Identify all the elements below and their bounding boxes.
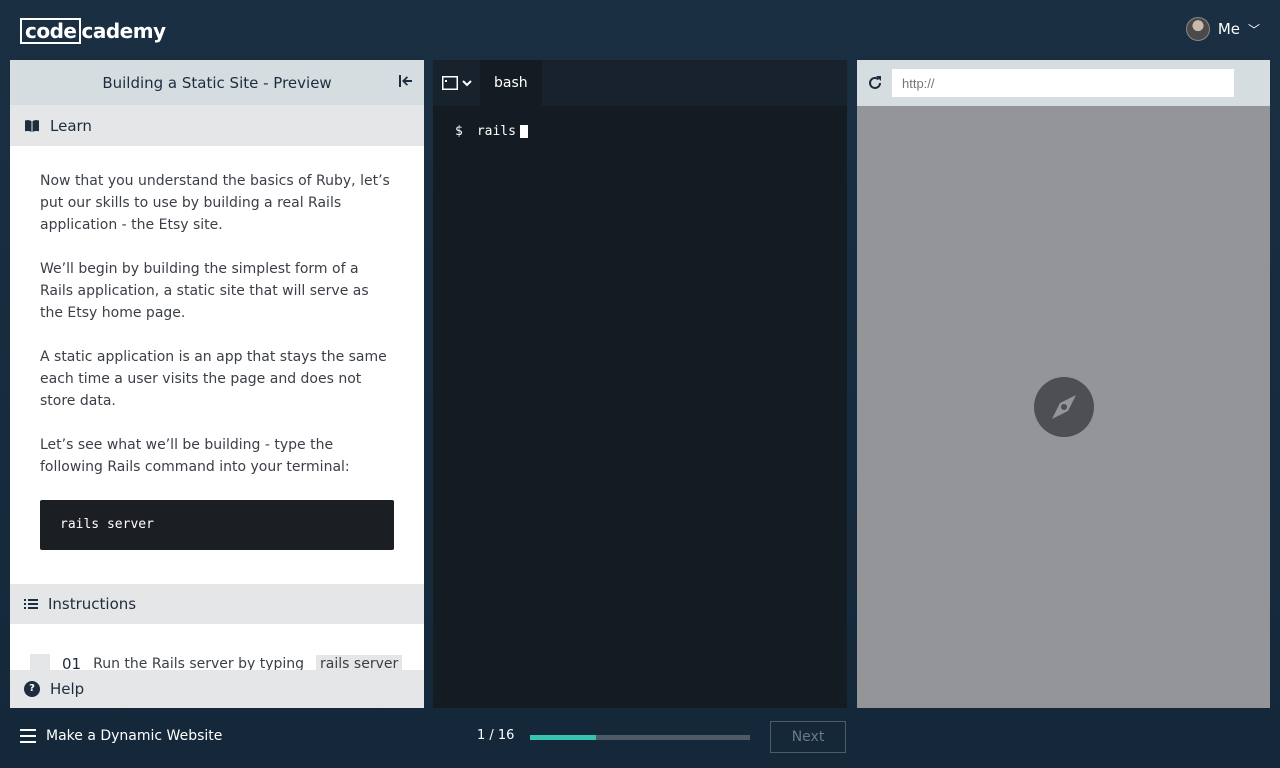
learn-content: Now that you understand the basics of Ru…: [10, 146, 424, 550]
chevron-down-icon[interactable]: ﹀: [1248, 21, 1260, 38]
learn-paragraph: Now that you understand the basics of Ru…: [40, 173, 390, 233]
terminal-prompt: $: [455, 124, 463, 139]
terminal-cursor: [519, 125, 528, 138]
terminal-menu-button[interactable]: [433, 60, 480, 106]
help-label: Help: [50, 680, 85, 698]
terminal-icon: [441, 76, 458, 90]
instructions-section-header[interactable]: Instructions: [10, 584, 424, 624]
refresh-icon[interactable]: [867, 75, 883, 91]
avatar[interactable]: [1185, 17, 1210, 41]
learn-section-header[interactable]: Learn: [10, 105, 424, 146]
lesson-panel: Building a Static Site - Preview Learn N…: [10, 60, 424, 708]
logo-cademy: cademy: [81, 18, 166, 43]
next-button[interactable]: Next: [770, 721, 846, 753]
lesson-title-bar: Building a Static Site - Preview: [10, 60, 424, 105]
progress-fill: [530, 735, 596, 740]
logo-code: code: [20, 17, 82, 44]
browser-toolbar: [857, 60, 1270, 106]
user-name[interactable]: Me: [1218, 20, 1240, 38]
course-title: Make a Dynamic Website: [46, 728, 223, 744]
code-block: rails server: [40, 500, 394, 550]
url-input[interactable]: [892, 69, 1234, 97]
course-menu-button[interactable]: Make a Dynamic Website: [20, 728, 222, 744]
top-header: code cademy Me ﹀: [0, 0, 1280, 60]
learn-paragraph: We’ll begin by building the simplest for…: [40, 261, 369, 321]
browser-panel: [857, 60, 1270, 708]
terminal-command: rails: [476, 124, 516, 139]
learn-label: Learn: [50, 116, 92, 135]
help-section-header[interactable]: ? Help: [10, 670, 424, 708]
book-icon: [25, 119, 39, 132]
chevron-down-icon: [461, 80, 472, 87]
codecademy-logo[interactable]: code cademy: [20, 17, 166, 44]
progress-text: 1 / 16: [477, 728, 515, 743]
hamburger-icon: [20, 729, 36, 743]
progress-bar: [530, 735, 750, 740]
collapse-panel-icon[interactable]: [398, 73, 414, 89]
learn-paragraph: Let’s see what we’ll be building - type …: [40, 437, 350, 475]
instructions-label: Instructions: [48, 595, 137, 613]
user-menu[interactable]: Me ﹀: [1185, 17, 1260, 41]
terminal-panel[interactable]: bash $ rails: [433, 60, 847, 708]
terminal-tab-bar: bash: [433, 60, 847, 106]
lesson-title: Building a Static Site - Preview: [102, 73, 332, 92]
list-icon: [24, 599, 38, 609]
compass-icon: [1034, 377, 1094, 437]
terminal-output[interactable]: $ rails: [433, 106, 847, 157]
learn-paragraph: A static application is an app that stay…: [40, 349, 387, 409]
bottom-footer: Make a Dynamic Website 1 / 16 Next: [0, 708, 1280, 768]
tab-bash[interactable]: bash: [480, 60, 542, 106]
help-icon: ?: [24, 681, 40, 697]
